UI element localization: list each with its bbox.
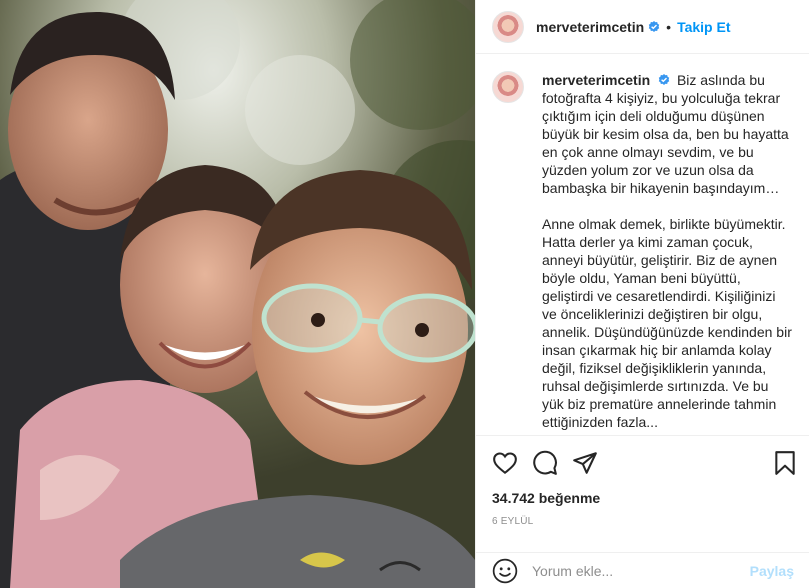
follow-button[interactable]: Takip Et	[677, 19, 730, 35]
post-date[interactable]: 6 EYLÜL	[492, 516, 533, 527]
heart-icon[interactable]	[492, 450, 518, 476]
emoji-icon[interactable]	[492, 558, 518, 584]
post-header: merveterimcetin • Takip Et	[476, 0, 809, 54]
comment-bar: Paylaş	[476, 552, 809, 588]
like-count[interactable]: 34.742 beğenme	[492, 490, 600, 506]
bookmark-icon[interactable]	[772, 450, 798, 476]
separator-dot: •	[666, 18, 672, 35]
paper-plane-icon[interactable]	[572, 450, 598, 476]
username-link[interactable]: merveterimcetin	[536, 19, 644, 35]
caption-scroll-area[interactable]: merveterimcetin Biz aslında bu fotoğraft…	[476, 55, 809, 435]
share-comment-button[interactable]: Paylaş	[750, 563, 794, 579]
post-sidebar: merveterimcetin • Takip Et merveterimcet…	[475, 0, 809, 588]
caption-avatar[interactable]	[492, 71, 524, 103]
caption-body-1: Biz aslında bu fotoğrafta 4 kişiyiz, bu …	[542, 72, 789, 196]
action-bar	[476, 435, 809, 487]
photo-image	[0, 0, 475, 588]
caption-text: merveterimcetin Biz aslında bu fotoğraft…	[542, 71, 794, 435]
post-photo[interactable]	[0, 0, 475, 588]
verified-badge-icon	[658, 74, 670, 85]
caption-paragraph-1: merveterimcetin Biz aslında bu fotoğraft…	[542, 71, 794, 197]
verified-badge-icon	[648, 20, 660, 32]
avatar[interactable]	[492, 10, 524, 43]
caption-row: merveterimcetin Biz aslında bu fotoğraft…	[492, 71, 794, 435]
caption-paragraph-2: Anne olmak demek, birlikte büyümektir. H…	[542, 216, 792, 430]
comment-input[interactable]	[532, 562, 742, 579]
comment-icon[interactable]	[532, 450, 558, 476]
caption-username-link[interactable]: merveterimcetin	[542, 72, 650, 88]
